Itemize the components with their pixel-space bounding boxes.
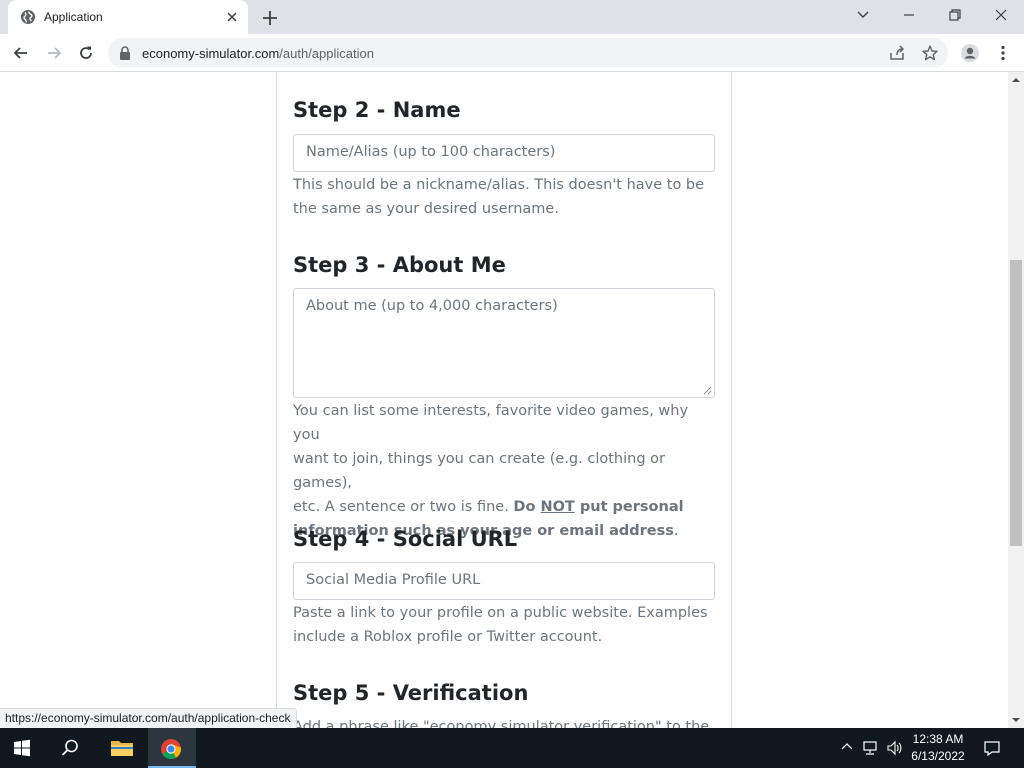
reload-button[interactable] xyxy=(73,40,99,66)
close-icon xyxy=(995,9,1007,21)
tab-search-button[interactable] xyxy=(840,0,886,30)
lock-icon[interactable] xyxy=(118,45,132,61)
forward-button[interactable] xyxy=(41,40,67,66)
chevron-up-icon[interactable] xyxy=(840,740,854,754)
warning-rest: put personal xyxy=(574,499,684,515)
restore-button[interactable] xyxy=(932,0,978,30)
warning-not: NOT xyxy=(540,499,575,515)
close-tab-icon[interactable] xyxy=(224,9,240,25)
step2-help: This should be a nickname/alias. This do… xyxy=(293,173,717,221)
restore-icon xyxy=(949,9,961,21)
about-me-textarea[interactable]: About me (up to 4,000 characters) xyxy=(293,288,715,398)
arrow-right-icon xyxy=(48,47,62,59)
link-status-bubble: https://economy-simulator.com/auth/appli… xyxy=(0,708,298,728)
new-tab-icon[interactable] xyxy=(260,8,280,28)
arrow-left-icon xyxy=(13,47,27,59)
url-host: economy-simulator.com xyxy=(142,46,280,61)
clock-date: 6/13/2022 xyxy=(911,749,965,763)
search-icon xyxy=(61,739,78,756)
step2-help-line: the same as your desired username. xyxy=(293,201,559,217)
search-button[interactable] xyxy=(48,728,96,768)
step3-help-text: etc. A sentence or two is fine. xyxy=(293,499,514,515)
warning-text: Do NOT put personal xyxy=(513,499,683,515)
clock-time: 12:38 AM xyxy=(912,732,964,746)
reload-icon xyxy=(80,46,92,59)
scroll-up-icon[interactable] xyxy=(1012,76,1020,84)
share-icon[interactable] xyxy=(888,44,906,62)
name-input-placeholder: Name/Alias (up to 100 characters) xyxy=(306,144,556,160)
taskbar-clock[interactable]: 12:38 AM 6/13/2022 xyxy=(900,731,976,765)
browser-tab[interactable]: Application xyxy=(8,0,248,34)
windows-taskbar: 12:38 AM 6/13/2022 xyxy=(0,728,1024,768)
profile-button[interactable] xyxy=(957,40,983,66)
name-input[interactable]: Name/Alias (up to 100 characters) xyxy=(293,134,715,172)
address-bar[interactable]: economy-simulator.com/auth/application xyxy=(108,38,948,68)
notifications-icon[interactable] xyxy=(983,740,1001,756)
step5-help: Add a phrase like "economy simulator ver… xyxy=(293,715,717,728)
step5-help-line: Add a phrase like "economy simulator ver… xyxy=(293,719,710,728)
resize-grip-icon[interactable] xyxy=(703,386,712,395)
tab-strip: Application xyxy=(0,0,1024,34)
menu-button[interactable] xyxy=(990,40,1016,66)
step4-help-line: include a Roblox profile or Twitter acco… xyxy=(293,629,603,645)
url-text[interactable]: economy-simulator.com/auth/application xyxy=(142,46,374,61)
step2-heading: Step 2 - Name xyxy=(293,98,461,122)
scrollbar-thumb[interactable] xyxy=(1010,260,1022,546)
step2-help-line: This should be a nickname/alias. This do… xyxy=(293,177,705,193)
star-icon[interactable] xyxy=(921,44,939,62)
close-window-button[interactable] xyxy=(978,0,1024,30)
minimize-icon xyxy=(904,14,914,16)
step3-help-line: want to join, things you can create (e.g… xyxy=(293,451,665,491)
browser-toolbar: economy-simulator.com/auth/application xyxy=(0,34,1024,72)
windows-logo-icon xyxy=(14,739,30,757)
step3-help-end: . xyxy=(673,523,679,539)
network-icon[interactable] xyxy=(862,740,880,756)
step4-help: Paste a link to your profile on a public… xyxy=(293,601,717,649)
chrome-taskbar-button[interactable] xyxy=(148,728,196,768)
step3-help-line: etc. A sentence or two is fine. Do NOT p… xyxy=(293,495,717,519)
about-me-placeholder: About me (up to 4,000 characters) xyxy=(306,298,558,314)
more-vert-icon xyxy=(1001,45,1005,61)
social-url-input[interactable]: Social Media Profile URL xyxy=(293,562,715,600)
tab-title: Application xyxy=(44,10,103,24)
chrome-icon xyxy=(161,739,182,760)
step3-heading: Step 3 - About Me xyxy=(293,253,506,277)
avatar-icon xyxy=(961,44,979,62)
chevron-down-icon xyxy=(857,11,869,18)
page-viewport: Step 2 - Name Name/Alias (up to 100 char… xyxy=(0,72,1008,728)
folder-icon xyxy=(111,741,133,756)
step3-help-line: You can list some interests, favorite vi… xyxy=(293,403,689,443)
back-button[interactable] xyxy=(8,40,34,66)
file-explorer-button[interactable] xyxy=(98,728,146,768)
step3-help: You can list some interests, favorite vi… xyxy=(293,399,717,543)
scroll-down-icon[interactable] xyxy=(1012,716,1020,724)
step4-help-line: Paste a link to your profile on a public… xyxy=(293,605,708,621)
step4-heading: Step 4 - Social URL xyxy=(293,527,518,551)
globe-icon xyxy=(21,10,35,24)
minimize-button[interactable] xyxy=(886,0,932,30)
url-path: /auth/application xyxy=(279,46,374,61)
step5-heading: Step 5 - Verification xyxy=(293,681,529,705)
warning-do: Do xyxy=(513,499,541,515)
start-button[interactable] xyxy=(0,728,48,768)
application-panel: Step 2 - Name Name/Alias (up to 100 char… xyxy=(276,72,732,728)
page-scrollbar[interactable] xyxy=(1008,72,1024,728)
social-url-placeholder: Social Media Profile URL xyxy=(306,572,481,588)
